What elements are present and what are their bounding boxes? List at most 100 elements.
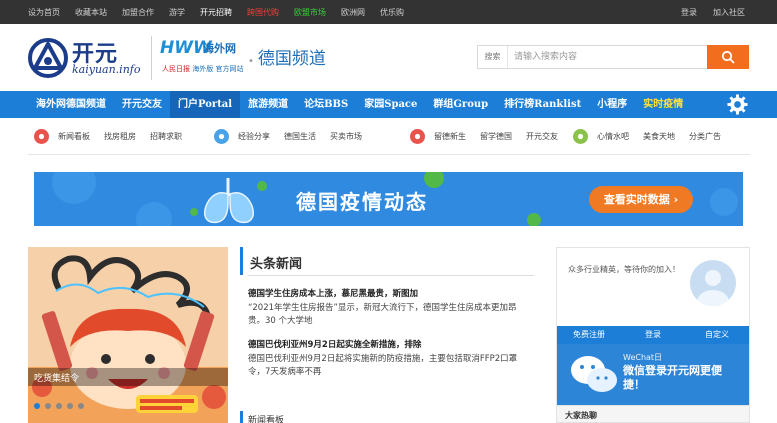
main-nav-items: 海外网德国频道 开元交友 门户Portal 旅游频道 论坛BBS 家园Space 群组Gro… <box>28 91 691 118</box>
user-icon <box>697 270 729 306</box>
nav-item[interactable]: 开元交友 <box>114 91 170 118</box>
register-button[interactable]: 免费注册 <box>557 326 621 344</box>
avatar <box>690 260 736 306</box>
sub-nav-group: 新闻看板 找房租房 招聘求职 <box>34 118 196 155</box>
sub-nav-link[interactable]: 留学德国 <box>480 131 512 142</box>
section-accent <box>240 247 243 275</box>
channel-title: • 德国频道 <box>248 44 326 69</box>
sub-nav-link[interactable]: 找房租房 <box>104 131 136 142</box>
sub-nav-link[interactable]: 美食天地 <box>643 131 675 142</box>
news-item-desc: “2021年学生住房报告”显示，新冠大流行下，德国学生住房成本更加昂贵。30 个… <box>248 303 517 326</box>
nav-item[interactable]: 门户Portal <box>170 91 241 118</box>
login-panel: 众多行业精英，等待你的加入！ 免费注册 登录 自定义 WeChat日 微信登录开… <box>556 247 750 406</box>
wechat-icon <box>571 356 617 392</box>
top-link[interactable]: 欧盟市场 <box>294 7 326 18</box>
sub-nav-link[interactable]: 新闻看板 <box>58 131 90 142</box>
top-link[interactable]: 欧洲网 <box>341 7 365 18</box>
top-links: 设为首页 收藏本站 加盟合作 游学 开元招聘 跨国代购 欧盟市场 欧洲网 优乐购 <box>28 0 419 24</box>
sub-nav-group: 留德新生 留学德国 开元交友 <box>410 118 572 155</box>
slideshow-image <box>28 247 228 423</box>
sub-nav-link[interactable]: 经验分享 <box>238 131 270 142</box>
search-type-select[interactable]: 搜索 <box>478 46 508 68</box>
channel-dot: • <box>248 56 254 67</box>
top-account-links: 登录 加入社区 <box>665 0 745 24</box>
slideshow-caption[interactable]: 吃货集结令 <box>28 368 228 386</box>
top-link[interactable]: 收藏本站 <box>75 7 107 18</box>
lungs-icon <box>190 178 267 224</box>
slideshow-caption-text: 吃货集结令 <box>34 374 80 384</box>
sub-nav: 新闻看板 找房租房 招聘求职 经验分享 德国生活 买卖市场 留德新生 留学德国 开元交友 心情水吧… <box>28 118 750 155</box>
sub-nav-link[interactable]: 分类广告 <box>689 131 721 142</box>
login-link[interactable]: 登录 <box>681 7 697 18</box>
partner-subtitle: 人民日报 海外版 官方网站 <box>162 64 243 74</box>
slideshow-dot[interactable] <box>78 403 84 409</box>
partner-sub-red: 人民日报 <box>162 65 190 73</box>
nav-item[interactable]: 群组Group <box>425 91 496 118</box>
search-box: 搜索 请输入搜索内容 <box>477 45 749 69</box>
sub-nav-link[interactable]: 招聘求职 <box>150 131 182 142</box>
headline-news: 头条新闻 德国学生住房成本上涨，慕尼黑最贵，斯图加 “2021年学生住房报告”显… <box>240 247 542 423</box>
top-link[interactable]: 游学 <box>169 7 185 18</box>
partner-logo-cn: 海外网 <box>203 42 236 55</box>
top-link[interactable]: 加盟合作 <box>122 7 154 18</box>
news-icon <box>34 129 49 144</box>
slideshow-dot[interactable] <box>56 403 62 409</box>
section-divider <box>248 275 534 276</box>
hot-topics-header: 大家热聊 <box>556 406 750 423</box>
slideshow-dots <box>34 403 89 409</box>
search-icon <box>721 50 735 64</box>
partner-logo[interactable]: HWW 海外网 人民日报 海外版 官方网站 <box>160 38 255 78</box>
sub-nav-link[interactable]: 留德新生 <box>434 131 466 142</box>
header-divider <box>151 36 152 80</box>
nav-item[interactable]: 排行榜Ranklist <box>496 91 589 118</box>
sub-nav-link[interactable]: 开元交友 <box>526 131 558 142</box>
login-tabs: 免费注册 登录 自定义 <box>557 326 749 344</box>
news-item-desc: 德国巴伐利亚州9月2日起将实施新的防疫措施，主要包括取消FFP2口罩令，7天发病… <box>248 354 518 377</box>
top-link[interactable]: 优乐购 <box>380 7 404 18</box>
site-logo[interactable]: 开元 kaiyuan.info <box>28 36 148 80</box>
channel-title-text: 德国频道 <box>257 49 326 69</box>
nav-item[interactable]: 实时疫情 <box>635 91 691 118</box>
slideshow-dot[interactable] <box>45 403 51 409</box>
login-button[interactable]: 登录 <box>621 326 685 344</box>
nav-item[interactable]: 小程序 <box>589 91 635 118</box>
wechat-login-button[interactable]: WeChat日 微信登录开元网更便捷！ <box>557 344 749 405</box>
slideshow-dot[interactable] <box>67 403 73 409</box>
nav-item[interactable]: 海外网德国频道 <box>28 91 114 118</box>
share-icon <box>214 129 229 144</box>
news-board-title[interactable]: 新闻看板 <box>248 413 284 423</box>
top-bar: 设为首页 收藏本站 加盟合作 游学 开元招聘 跨国代购 欧盟市场 欧洲网 优乐购 登录 加入社区 <box>0 0 777 24</box>
wechat-label: WeChat日 <box>623 353 663 362</box>
sub-nav-link[interactable]: 心情水吧 <box>597 131 629 142</box>
nav-item[interactable]: 家园Space <box>356 91 425 118</box>
top-link[interactable]: 开元招聘 <box>200 7 232 18</box>
nav-item[interactable]: 论坛BBS <box>296 91 356 118</box>
heart-icon <box>573 129 588 144</box>
section-title: 头条新闻 <box>250 257 303 272</box>
slideshow[interactable]: 吃货集结令 <box>28 247 228 423</box>
view-live-data-button[interactable]: 查看实时数据 › <box>589 186 693 213</box>
news-item-title[interactable]: 德国巴伐利亚州9月2日起实施全新措施，排除 <box>248 338 421 350</box>
search-button[interactable] <box>707 45 749 69</box>
slideshow-dot[interactable] <box>34 403 40 409</box>
gear-icon[interactable] <box>727 94 748 115</box>
wechat-text: 微信登录开元网更便捷！ <box>623 364 722 391</box>
banner-title: 德国疫情动态 <box>296 190 428 214</box>
sub-nav-group: 经验分享 德国生活 买卖市场 <box>214 118 376 155</box>
customize-button[interactable]: 自定义 <box>685 326 749 344</box>
top-link[interactable]: 跨国代购 <box>247 7 279 18</box>
partner-sub-blue: 海外版 官方网站 <box>192 65 244 73</box>
sub-nav-link[interactable]: 买卖市场 <box>330 131 362 142</box>
sub-nav-group: 心情水吧 美食天地 分类广告 <box>573 118 735 155</box>
news-item-title[interactable]: 德国学生住房成本上涨，慕尼黑最贵，斯图加 <box>248 287 418 299</box>
login-prompt: 众多行业精英，等待你的加入！ <box>568 265 680 274</box>
main-nav: 海外网德国频道 开元交友 门户Portal 旅游频道 论坛BBS 家园Space 群组Gro… <box>0 91 777 118</box>
search-input[interactable]: 请输入搜索内容 <box>514 46 704 68</box>
logo-en-text: kaiyuan.info <box>72 63 141 76</box>
student-icon <box>410 129 425 144</box>
sub-nav-link[interactable]: 德国生活 <box>284 131 316 142</box>
covid-banner[interactable]: 德国疫情动态 查看实时数据 › <box>34 172 743 226</box>
join-community-link[interactable]: 加入社区 <box>713 7 745 18</box>
top-link[interactable]: 设为首页 <box>28 7 60 18</box>
nav-item[interactable]: 旅游频道 <box>240 91 296 118</box>
